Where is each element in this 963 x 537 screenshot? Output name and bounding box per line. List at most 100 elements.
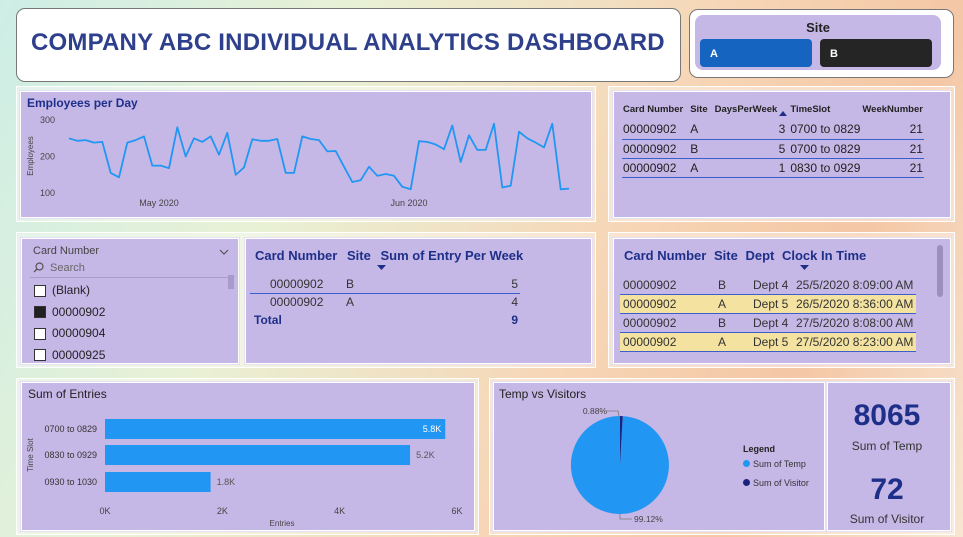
cell: Dept 4	[753, 316, 789, 330]
site-slicer-body: Site A B	[695, 15, 941, 70]
cell: 25/5/2020 8:09:00 AM	[796, 278, 914, 292]
data-label: 1.8K	[217, 477, 236, 487]
table-row[interactable]: 00000902 B 5	[250, 275, 520, 294]
clock-table-body: 00000902 B Dept 4 25/5/2020 8:09:00 AM 0…	[620, 276, 916, 352]
clock-col-card[interactable]: Card Number	[624, 248, 706, 263]
checkbox-checked[interactable]	[34, 306, 46, 319]
cell: 21	[909, 160, 923, 175]
leader-line	[619, 514, 632, 520]
title-banner: COMPANY ABC INDIVIDUAL ANALYTICS DASHBOA…	[16, 8, 681, 82]
days-col-timeslot[interactable]: TimeSlot	[789, 98, 861, 120]
site-slicer-title: Site	[806, 20, 830, 35]
table-row[interactable]: 00000902 B Dept 4 25/5/2020 8:09:00 AM	[620, 276, 916, 295]
cell: Dept 5	[753, 335, 789, 349]
cell: 26/5/2020 8:36:00 AM	[796, 297, 914, 311]
site-a-label: A	[710, 48, 718, 60]
cell: A	[690, 122, 699, 137]
chevron-down-icon[interactable]	[219, 249, 229, 255]
legend-item-visitor[interactable]: Sum of Visitor	[743, 478, 809, 488]
site-slicer: Site A B	[689, 9, 954, 78]
list-item[interactable]: 00000902	[34, 302, 105, 324]
kpi-panel: 8065 Sum of Temp 72 Sum of Visitor	[827, 382, 951, 531]
cell: B	[690, 141, 699, 156]
kpi-temp-label: Sum of Temp	[851, 439, 923, 453]
y-tick-label: 0700 to 0829	[44, 424, 97, 434]
site-b-label: B	[830, 48, 838, 60]
employees-chart-panel[interactable]: Employees per Day Employees 300 200 100 May …	[20, 91, 592, 218]
card-slicer-title: Card Number	[33, 245, 100, 257]
cell: B	[718, 278, 727, 292]
list-item[interactable]: 00000904	[34, 323, 105, 345]
checkbox[interactable]	[34, 284, 46, 297]
days-col-card[interactable]: Card Number	[622, 98, 689, 120]
list-item[interactable]: 00000925	[34, 345, 105, 367]
clock-table-panel[interactable]: Card Number Site Dept Clock In Time 0000…	[613, 238, 951, 364]
entry-col-sum[interactable]: Sum of Entry Per Week	[380, 248, 523, 263]
y-tick-label: 300	[40, 115, 55, 125]
cell: 0830 to 0929	[790, 160, 861, 175]
employees-line-chart: Employees 300 200 100 May 2020 Jun 2020	[26, 115, 570, 208]
list-item[interactable]: (Blank)	[34, 280, 105, 302]
list-item-label: 00000925	[52, 347, 106, 362]
data-label: 5.2K	[416, 450, 435, 460]
clock-col-dept[interactable]: Dept	[745, 248, 774, 263]
entry-col-site[interactable]: Site	[347, 248, 371, 263]
checkbox[interactable]	[34, 327, 46, 340]
x-tick-label: May 2020	[139, 198, 179, 208]
site-a-button[interactable]: A	[700, 39, 812, 67]
entry-table-header: Card Number Site Sum of Entry Per Week	[255, 248, 523, 263]
table-row[interactable]: 00000902 A 4	[250, 293, 520, 311]
cell: B	[718, 316, 727, 330]
x-tick-label: Jun 2020	[390, 198, 427, 208]
days-col-site[interactable]: Site	[689, 98, 713, 120]
cell: 3	[778, 122, 786, 137]
table-row[interactable]: 00000902 A 1 0830 to 0929 21	[622, 158, 924, 177]
slicer-scrollbar[interactable]	[228, 275, 234, 289]
checkbox[interactable]	[34, 349, 46, 362]
cell: 00000902	[623, 141, 677, 156]
kpi-temp-value: 8065	[853, 399, 921, 432]
entry-table-panel[interactable]: Card Number Site Sum of Entry Per Week 0…	[245, 238, 592, 364]
table-row[interactable]: 00000902 A 3 0700 to 0829 21	[622, 120, 924, 139]
card-search-box[interactable]: Search	[30, 259, 234, 278]
cell: 00000902	[623, 122, 677, 137]
cell: B	[346, 277, 355, 291]
list-item-label: 00000904	[52, 326, 106, 340]
cell: 00000902	[623, 316, 677, 330]
card-slicer-panel: Card Number Search (Blank) 00000902 0000…	[21, 238, 239, 364]
cell: A	[718, 297, 727, 311]
days-col-daysperweek[interactable]: DaysPerWeek	[714, 98, 790, 120]
cell: 21	[909, 122, 923, 137]
days-col-week[interactable]: WeekNumber	[861, 98, 924, 120]
clock-col-time[interactable]: Clock In Time	[782, 248, 866, 263]
y-tick-label: 100	[40, 188, 55, 198]
clock-col-site[interactable]: Site	[714, 248, 738, 263]
kpi-visitor-label: Sum of Visitor	[849, 512, 925, 526]
cell: 0700 to 0829	[790, 122, 861, 137]
days-table-panel[interactable]: Card Number Site DaysPerWeek TimeSlot We…	[613, 91, 951, 218]
card-slicer-list: (Blank) 00000902 00000904 00000925	[34, 280, 105, 366]
cell: 00000902	[623, 297, 677, 311]
cell: 27/5/2020 8:08:00 AM	[796, 316, 914, 330]
table-row[interactable]: 00000902 B Dept 4 27/5/2020 8:08:00 AM	[620, 314, 916, 333]
y-tick-label: 200	[40, 152, 55, 162]
total-row: Total 9	[250, 311, 520, 329]
entry-col-card[interactable]: Card Number	[255, 248, 337, 263]
entries-chart-panel[interactable]: Sum of Entries Time Slot 0700 to 0829 5.8K…	[21, 382, 475, 531]
table-row-highlighted[interactable]: 00000902 A Dept 5 26/5/2020 8:36:00 AM	[620, 295, 916, 314]
cell: A	[718, 335, 727, 349]
cell: 21	[909, 141, 923, 156]
kpi-visitor-value: 72	[870, 473, 904, 506]
pie-chart-panel[interactable]: Temp vs Visitors 0.88% 99.12% Legend Sum …	[493, 382, 825, 531]
list-item-label: (Blank)	[52, 283, 91, 297]
leader-line	[606, 410, 620, 417]
table-row[interactable]: 00000902 B 5 0700 to 0829 21	[622, 139, 924, 158]
table-scrollbar[interactable]	[937, 245, 943, 297]
search-placeholder: Search	[50, 262, 85, 274]
days-table: Card Number Site DaysPerWeek TimeSlot We…	[622, 98, 924, 178]
table-row-highlighted[interactable]: 00000902 A Dept 5 27/5/2020 8:23:00 AM	[620, 333, 916, 352]
days-table-header: Card Number Site DaysPerWeek TimeSlot We…	[622, 98, 924, 120]
temp-visitors-pie: 0.88% 99.12%	[570, 406, 669, 524]
site-b-button[interactable]: B	[820, 39, 932, 67]
legend-item-temp[interactable]: Sum of Temp	[743, 459, 806, 469]
